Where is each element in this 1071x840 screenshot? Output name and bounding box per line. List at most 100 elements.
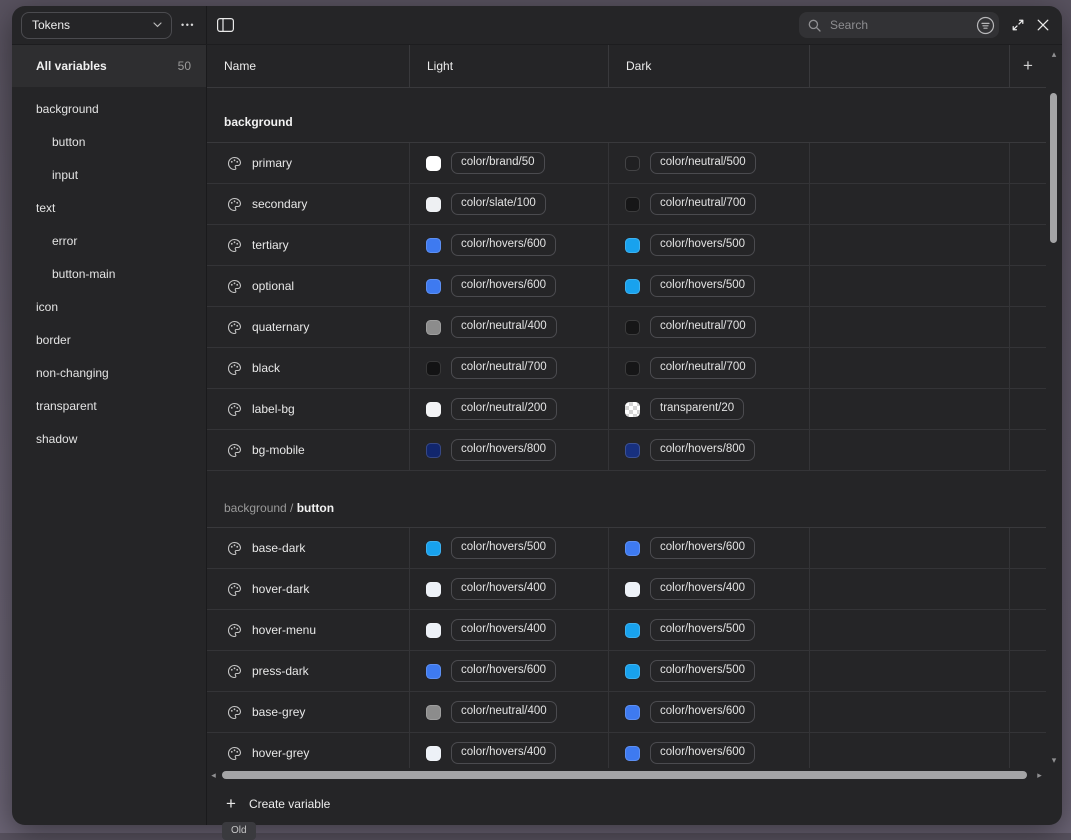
light-token-pill[interactable]: color/hovers/400 (451, 619, 556, 642)
light-cell[interactable]: color/slate/100 (409, 184, 608, 224)
dark-token-pill[interactable]: color/hovers/600 (650, 537, 755, 560)
light-token-pill[interactable]: color/neutral/400 (451, 316, 557, 339)
sidebar-item-shadow[interactable]: shadow (12, 422, 206, 455)
light-token-pill[interactable]: color/slate/100 (451, 193, 546, 216)
sidebar-item-button[interactable]: button (12, 125, 206, 158)
name-cell[interactable]: base-grey (207, 692, 409, 732)
filter-button[interactable] (976, 16, 995, 35)
close-panel-button[interactable] (1037, 19, 1049, 31)
light-cell[interactable]: color/hovers/500 (409, 528, 608, 568)
light-color-swatch[interactable] (426, 623, 441, 638)
name-cell[interactable]: optional (207, 266, 409, 306)
dark-color-swatch[interactable] (625, 279, 640, 294)
light-token-pill[interactable]: color/neutral/400 (451, 701, 557, 724)
table-row[interactable]: label-bg color/neutral/200 transparent/2… (207, 389, 1046, 430)
light-color-swatch[interactable] (426, 402, 441, 417)
name-cell[interactable]: quaternary (207, 307, 409, 347)
table-row[interactable]: base-grey color/neutral/400 color/hovers… (207, 692, 1046, 733)
light-cell[interactable]: color/hovers/400 (409, 733, 608, 768)
table-row[interactable]: optional color/hovers/600 color/hovers/5… (207, 266, 1046, 307)
sidebar-item-transparent[interactable]: transparent (12, 389, 206, 422)
empty-cell[interactable] (809, 430, 1009, 470)
dark-cell[interactable]: color/hovers/500 (608, 651, 809, 691)
dark-color-swatch[interactable] (625, 664, 640, 679)
empty-cell[interactable] (809, 569, 1009, 609)
name-cell[interactable]: tertiary (207, 225, 409, 265)
vertical-scrollbar[interactable]: ▴ ▾ (1046, 45, 1062, 768)
name-cell[interactable]: hover-grey (207, 733, 409, 768)
dark-cell[interactable]: color/neutral/700 (608, 184, 809, 224)
light-cell[interactable]: color/hovers/400 (409, 569, 608, 609)
vertical-scroll-track[interactable] (1046, 59, 1062, 756)
dark-color-swatch[interactable] (625, 705, 640, 720)
dark-color-swatch[interactable] (625, 402, 640, 417)
light-cell[interactable]: color/neutral/200 (409, 389, 608, 429)
sidebar-item-non-changing[interactable]: non-changing (12, 356, 206, 389)
light-token-pill[interactable]: color/hovers/600 (451, 275, 556, 298)
light-cell[interactable]: color/neutral/700 (409, 348, 608, 388)
light-token-pill[interactable]: color/neutral/700 (451, 357, 557, 380)
name-cell[interactable]: bg-mobile (207, 430, 409, 470)
light-color-swatch[interactable] (426, 279, 441, 294)
dark-token-pill[interactable]: transparent/20 (650, 398, 744, 421)
dark-color-swatch[interactable] (625, 746, 640, 761)
dark-token-pill[interactable]: color/hovers/400 (650, 578, 755, 601)
name-cell[interactable]: label-bg (207, 389, 409, 429)
dark-cell[interactable]: transparent/20 (608, 389, 809, 429)
table-row[interactable]: press-dark color/hovers/600 color/hovers… (207, 651, 1046, 692)
horizontal-scroll-track[interactable] (219, 768, 1034, 782)
scroll-right-icon[interactable]: ▸ (1034, 771, 1045, 780)
empty-cell[interactable] (809, 348, 1009, 388)
create-variable-button[interactable]: + Create variable (207, 782, 1062, 825)
light-cell[interactable]: color/hovers/600 (409, 266, 608, 306)
light-cell[interactable]: color/brand/50 (409, 143, 608, 183)
dark-color-swatch[interactable] (625, 320, 640, 335)
light-token-pill[interactable]: color/hovers/400 (451, 742, 556, 765)
light-cell[interactable]: color/neutral/400 (409, 307, 608, 347)
dark-cell[interactable]: color/hovers/400 (608, 569, 809, 609)
dark-token-pill[interactable]: color/neutral/700 (650, 357, 756, 380)
sidebar-item-background[interactable]: background (12, 92, 206, 125)
table-row[interactable]: tertiary color/hovers/600 color/hovers/5… (207, 225, 1046, 266)
table-row[interactable]: bg-mobile color/hovers/800 color/hovers/… (207, 430, 1046, 471)
light-color-swatch[interactable] (426, 705, 441, 720)
light-cell[interactable]: color/hovers/400 (409, 610, 608, 650)
dark-token-pill[interactable]: color/hovers/600 (650, 742, 755, 765)
dark-cell[interactable]: color/hovers/500 (608, 610, 809, 650)
table-row[interactable]: base-dark color/hovers/500 color/hovers/… (207, 528, 1046, 569)
dark-cell[interactable]: color/hovers/600 (608, 692, 809, 732)
dark-cell[interactable]: color/neutral/500 (608, 143, 809, 183)
empty-cell[interactable] (809, 528, 1009, 568)
light-cell[interactable]: color/hovers/600 (409, 225, 608, 265)
light-token-pill[interactable]: color/hovers/600 (451, 234, 556, 257)
sidebar-item-text[interactable]: text (12, 191, 206, 224)
sidebar-item-button-main[interactable]: button-main (12, 257, 206, 290)
table-row[interactable]: hover-menu color/hovers/400 color/hovers… (207, 610, 1046, 651)
horizontal-scroll-thumb[interactable] (222, 771, 1027, 779)
light-cell[interactable]: color/hovers/600 (409, 651, 608, 691)
empty-cell[interactable] (809, 692, 1009, 732)
light-token-pill[interactable]: color/hovers/600 (451, 660, 556, 683)
dark-cell[interactable]: color/hovers/500 (608, 266, 809, 306)
empty-cell[interactable] (809, 225, 1009, 265)
sidebar-item-border[interactable]: border (12, 323, 206, 356)
light-token-pill[interactable]: color/brand/50 (451, 152, 545, 175)
dark-cell[interactable]: color/neutral/700 (608, 348, 809, 388)
name-cell[interactable]: hover-menu (207, 610, 409, 650)
empty-cell[interactable] (809, 143, 1009, 183)
sidebar-toggle-button[interactable] (217, 18, 234, 32)
dark-color-swatch[interactable] (625, 238, 640, 253)
name-cell[interactable]: secondary (207, 184, 409, 224)
dark-token-pill[interactable]: color/neutral/500 (650, 152, 756, 175)
add-mode-button[interactable]: + (1009, 45, 1046, 87)
light-token-pill[interactable]: color/neutral/200 (451, 398, 557, 421)
light-color-swatch[interactable] (426, 238, 441, 253)
table-row[interactable]: hover-grey color/hovers/400 color/hovers… (207, 733, 1046, 768)
dark-color-swatch[interactable] (625, 156, 640, 171)
search-input[interactable] (828, 17, 969, 33)
light-token-pill[interactable]: color/hovers/400 (451, 578, 556, 601)
empty-cell[interactable] (809, 266, 1009, 306)
dark-token-pill[interactable]: color/hovers/600 (650, 701, 755, 724)
light-color-swatch[interactable] (426, 361, 441, 376)
name-cell[interactable]: press-dark (207, 651, 409, 691)
